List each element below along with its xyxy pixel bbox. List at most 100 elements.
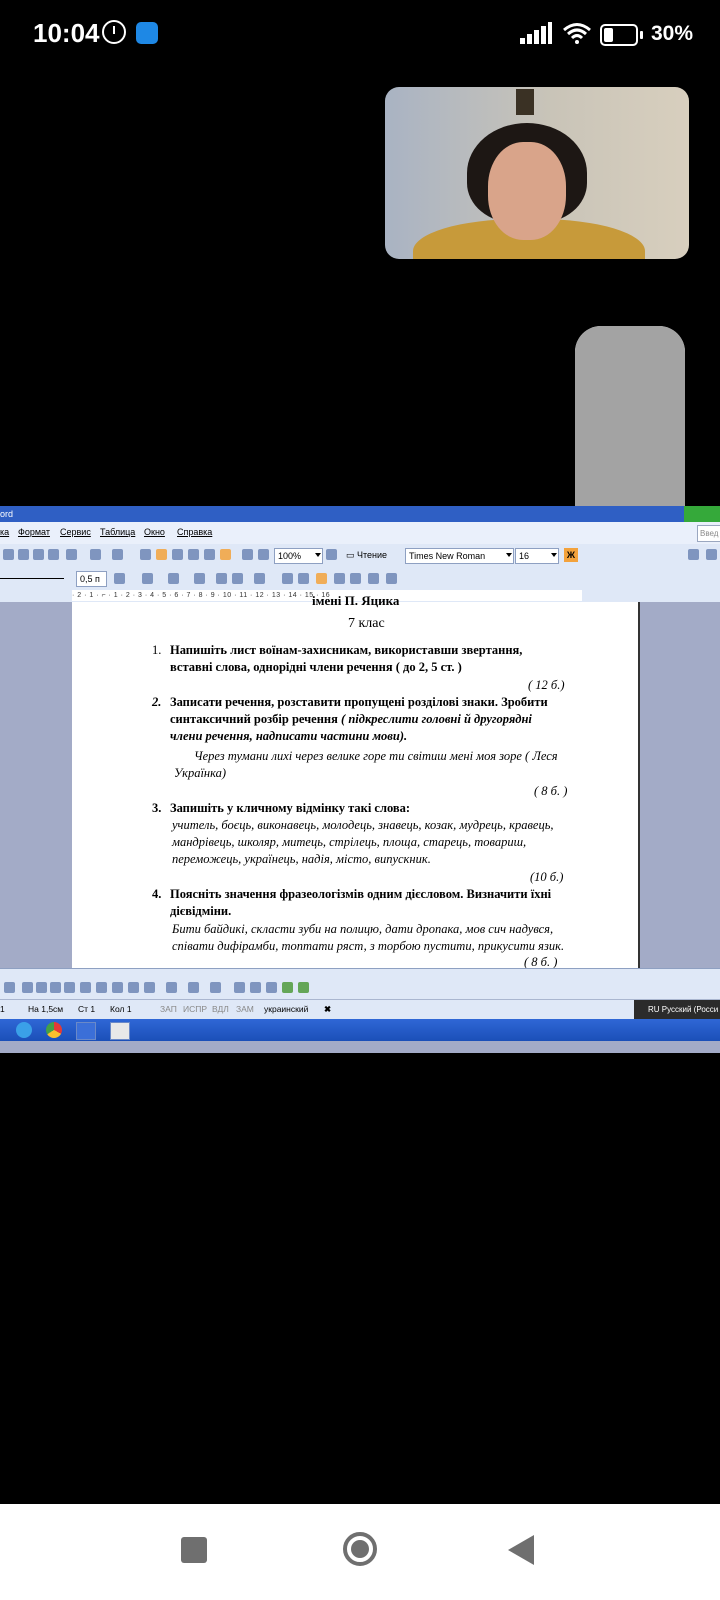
hyperlink-icon[interactable] — [140, 549, 151, 560]
doc-grade: 7 клас — [348, 616, 385, 631]
line-tool-icon[interactable] — [22, 982, 33, 993]
status-language[interactable]: украинский — [264, 1004, 308, 1014]
task-1-line-1: Напишіть лист воїнам-захисникам, викорис… — [170, 643, 523, 657]
document-page[interactable]: імені П. Яцика 7 клас 1. Напишіть лист в… — [72, 593, 640, 969]
redo-icon[interactable] — [112, 549, 123, 560]
spelling-status-icon[interactable]: ✖ — [324, 1004, 331, 1015]
select-objects-icon[interactable] — [4, 982, 15, 993]
task-4-line-2: дієвідміни. — [170, 904, 232, 918]
3d-icon[interactable] — [298, 982, 309, 993]
status-at: На 1,5см — [28, 1004, 64, 1014]
autoformat-icon[interactable] — [316, 573, 327, 584]
shading-icon[interactable] — [168, 573, 179, 584]
border-icon[interactable] — [706, 549, 717, 560]
doc-map-icon[interactable] — [242, 549, 253, 560]
status-page: 1 — [0, 1004, 5, 1014]
line-color-icon[interactable] — [188, 982, 199, 993]
merge-cells-icon[interactable] — [216, 573, 227, 584]
status-bar: 10:04 30% — [0, 0, 720, 70]
menu-table[interactable]: Таблица — [100, 527, 135, 537]
battery-percent: 30% — [651, 22, 694, 45]
split-cells-icon[interactable] — [232, 573, 243, 584]
help-search-input[interactable]: Введ — [697, 525, 720, 542]
columns-icon[interactable] — [204, 549, 215, 560]
clipart-icon[interactable] — [128, 982, 139, 993]
zoom-select[interactable]: 100% — [274, 548, 323, 564]
print-icon[interactable] — [18, 549, 29, 560]
picture-icon[interactable] — [144, 982, 155, 993]
home-button[interactable] — [343, 1532, 377, 1566]
word-app-icon[interactable] — [110, 1022, 130, 1040]
dash-style-icon[interactable] — [250, 982, 261, 993]
arrow-tool-icon[interactable] — [36, 982, 47, 993]
align-icon[interactable] — [254, 573, 265, 584]
tables-borders-icon[interactable] — [156, 549, 167, 560]
border-color-icon[interactable] — [114, 573, 125, 584]
diagram-icon[interactable] — [112, 982, 123, 993]
insert-table-2-icon[interactable] — [194, 573, 205, 584]
menu-insert[interactable]: ка — [0, 527, 9, 537]
distribute-cols-icon[interactable] — [298, 573, 309, 584]
menu-service[interactable]: Сервис — [60, 527, 91, 537]
status-line: Ст 1 — [78, 1004, 96, 1014]
format-painter-icon[interactable] — [66, 549, 77, 560]
show-marks-icon[interactable] — [258, 549, 269, 560]
borders-icon[interactable] — [142, 573, 153, 584]
arrow-style-icon[interactable] — [266, 982, 277, 993]
read-mode-button[interactable]: ▭ Чтение — [346, 547, 387, 563]
insert-excel-icon[interactable] — [188, 549, 199, 560]
chrome-icon[interactable] — [46, 1022, 62, 1038]
document-area[interactable]: імені П. Яцика 7 клас 1. Напишіть лист в… — [0, 593, 720, 969]
oval-tool-icon[interactable] — [64, 982, 75, 993]
alarm-icon — [102, 20, 126, 44]
font-select[interactable]: Times New Roman — [405, 548, 514, 564]
word-status-bar: 1 На 1,5см Ст 1 Кол 1 ЗАП ИСПР ВДЛ ЗАМ у… — [0, 999, 720, 1020]
wordart-icon[interactable] — [96, 982, 107, 993]
sort-desc-icon[interactable] — [368, 573, 379, 584]
bold-button[interactable]: Ж — [564, 548, 578, 562]
ie-icon[interactable] — [16, 1022, 32, 1038]
status-ext[interactable]: ВДЛ — [212, 1004, 229, 1014]
save-icon[interactable] — [3, 549, 14, 560]
back-button[interactable] — [508, 1535, 534, 1565]
textbox-icon[interactable] — [80, 982, 91, 993]
rectangle-tool-icon[interactable] — [50, 982, 61, 993]
fill-color-icon[interactable] — [166, 982, 177, 993]
undo-icon[interactable] — [90, 549, 101, 560]
font-size-value: 16 — [519, 551, 530, 561]
line-style-sample[interactable] — [0, 578, 64, 579]
zoom-app-icon[interactable] — [76, 1022, 96, 1040]
task-2-line-2: синтаксичний розбір речення ( підкреслит… — [170, 711, 600, 728]
distribute-rows-icon[interactable] — [282, 573, 293, 584]
preview-icon[interactable] — [33, 549, 44, 560]
text-direction-icon[interactable] — [334, 573, 345, 584]
font-size-select[interactable]: 16 — [515, 548, 559, 564]
insert-table-icon[interactable] — [172, 549, 183, 560]
word-title-bar: ord — [0, 506, 720, 522]
indent-icon[interactable] — [688, 549, 699, 560]
window-title: ord — [0, 509, 14, 519]
line-style-icon[interactable] — [234, 982, 245, 993]
drawing-icon[interactable] — [220, 549, 231, 560]
shared-screen-word[interactable]: ord ка Формат Сервис Таблица Окно Справк… — [0, 506, 720, 1053]
shadow-icon[interactable] — [282, 982, 293, 993]
task-2-score: ( 8 б. ) — [534, 784, 568, 798]
status-trk[interactable]: ИСПР — [183, 1004, 207, 1014]
spelling-icon[interactable] — [48, 549, 59, 560]
menu-help[interactable]: Справка — [177, 527, 212, 537]
menu-window[interactable]: Окно — [144, 527, 165, 537]
autosum-icon[interactable] — [386, 573, 397, 584]
sort-asc-icon[interactable] — [350, 573, 361, 584]
status-ovr[interactable]: ЗАМ — [236, 1004, 254, 1014]
task-4-idioms-2: співати дифірамби, топтати ряст, з торбо… — [172, 939, 565, 953]
task-3-words-3: переможець, українець, надія, місто, вип… — [172, 852, 431, 866]
recents-button[interactable] — [181, 1537, 207, 1563]
line-width-select[interactable]: 0,5 п — [76, 571, 107, 587]
status-rec[interactable]: ЗАП — [160, 1004, 177, 1014]
help-icon[interactable] — [326, 549, 337, 560]
participant-video[interactable] — [385, 87, 689, 259]
menu-format[interactable]: Формат — [18, 527, 50, 537]
font-color-icon[interactable] — [210, 982, 221, 993]
status-col: Кол 1 — [110, 1004, 132, 1014]
language-bar[interactable]: RU Русский (Росси — [634, 1000, 720, 1020]
